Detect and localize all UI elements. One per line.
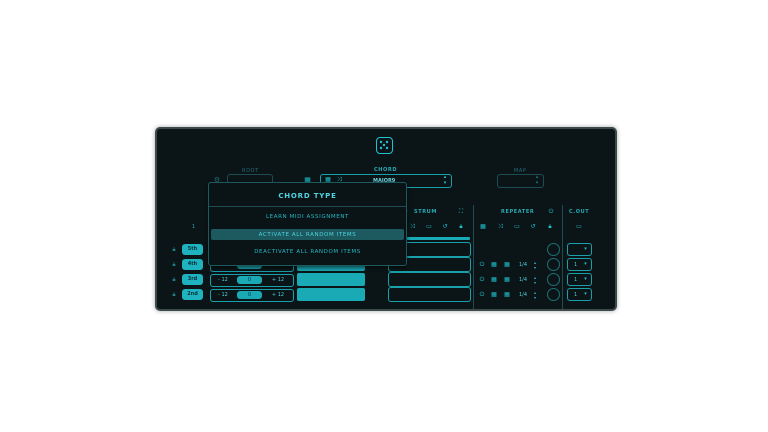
map-stepper-icon[interactable]: ▴ ▾: [533, 174, 541, 186]
grid-icon[interactable]: ▦: [503, 291, 511, 299]
channel-out-value: 1: [574, 277, 578, 283]
reset-icon[interactable]: ↺: [441, 223, 449, 231]
expand-icon[interactable]: ⛶: [457, 208, 465, 216]
channel-out-selector[interactable]: 1 ▾: [567, 288, 592, 301]
map-selector[interactable]: ▴ ▾: [497, 174, 544, 188]
plugin-window: ROOT ⚙ ▦ CHORD ▦ ⤨ MAJOR9 ▴▾ MAP ▴▾ 1 ⏻ …: [155, 127, 617, 311]
shuffle-icon[interactable]: ⤨: [496, 223, 504, 231]
repeater-toggle[interactable]: [547, 273, 560, 286]
repeater-toggle[interactable]: [547, 258, 560, 271]
power-icon[interactable]: ⏻: [478, 276, 486, 284]
grid-icon[interactable]: ▦: [503, 276, 511, 284]
transpose-minus-button[interactable]: - 12: [213, 292, 233, 299]
channel-out-selector[interactable]: ▾: [567, 243, 592, 256]
repeater-toggle[interactable]: [547, 243, 560, 256]
divider: [473, 205, 474, 309]
lock-icon[interactable]: 🔒︎: [170, 276, 178, 284]
power-icon[interactable]: ⏻: [478, 291, 486, 299]
degree-button[interactable]: 4th: [182, 259, 203, 270]
strum-slot[interactable]: [388, 287, 471, 302]
column-one-label: 1: [192, 224, 196, 230]
chord-type-menu: CHORD TYPE LEARN MIDI ASSIGNMENT ACTIVAT…: [208, 182, 407, 266]
lock-icon[interactable]: 🔒︎: [457, 223, 465, 231]
menu-title: CHORD TYPE: [278, 192, 337, 200]
dice-icon[interactable]: [376, 137, 393, 154]
repeater-rate[interactable]: 1/4: [519, 262, 527, 268]
menu-item-label: DEACTIVATE ALL RANDOM ITEMS: [254, 249, 361, 255]
grid-icon[interactable]: ▦: [490, 276, 498, 284]
lock-icon[interactable]: 🔒︎: [546, 223, 554, 231]
transpose-minus-button[interactable]: - 12: [213, 277, 233, 284]
repeater-rate[interactable]: 1/4: [519, 292, 527, 298]
repeater-toggle[interactable]: [547, 288, 560, 301]
channel-out-value: 1: [574, 292, 578, 298]
cout-label: C.OUT: [569, 209, 590, 215]
degree-button[interactable]: 5th: [182, 244, 203, 255]
channel-out-selector[interactable]: 1 ▾: [567, 273, 592, 286]
chord-stepper-icon[interactable]: ▴ ▾: [441, 174, 449, 186]
folder-icon[interactable]: ▭: [575, 223, 583, 231]
transpose-plus-button[interactable]: + 12: [267, 292, 289, 299]
transpose-plus-button[interactable]: + 12: [267, 277, 289, 284]
channel-out-selector[interactable]: 1 ▾: [567, 258, 592, 271]
menu-separator: [209, 206, 406, 207]
lock-icon[interactable]: 🔒︎: [170, 246, 178, 254]
grid-icon[interactable]: ▦: [479, 223, 487, 231]
chevron-down-icon: ▾: [584, 246, 587, 252]
power-icon[interactable]: ⏻: [478, 261, 486, 269]
menu-item-activate-random[interactable]: ACTIVATE ALL RANDOM ITEMS: [211, 229, 404, 240]
lock-icon[interactable]: 🔒︎: [170, 291, 178, 299]
menu-item-learn-midi[interactable]: LEARN MIDI ASSIGNMENT: [211, 211, 404, 222]
velocity-bar[interactable]: [297, 288, 365, 301]
chevron-down-icon: ▾: [584, 291, 587, 297]
channel-out-value: 1: [574, 262, 578, 268]
degree-button[interactable]: 3rd: [182, 274, 203, 285]
divider: [562, 205, 563, 309]
lock-icon[interactable]: 🔒︎: [170, 261, 178, 269]
rate-stepper-icon[interactable]: ▴ ▾: [532, 260, 538, 270]
folder-icon[interactable]: ▭: [425, 223, 433, 231]
grid-icon[interactable]: ▦: [490, 291, 498, 299]
strum-label: STRUM: [414, 209, 437, 215]
repeater-rate[interactable]: 1/4: [519, 277, 527, 283]
folder-icon[interactable]: ▭: [513, 223, 521, 231]
repeater-label: REPEATER: [501, 209, 535, 215]
rate-stepper-icon[interactable]: ▴ ▾: [532, 290, 538, 300]
velocity-bar[interactable]: [297, 273, 365, 286]
strum-slot[interactable]: [388, 272, 471, 287]
chevron-down-icon: ▾: [584, 261, 587, 267]
transpose-value[interactable]: 0: [237, 276, 262, 284]
grid-icon[interactable]: ▦: [490, 261, 498, 269]
grid-icon[interactable]: ▦: [503, 261, 511, 269]
reset-icon[interactable]: ↺: [529, 223, 537, 231]
menu-item-label: ACTIVATE ALL RANDOM ITEMS: [258, 232, 357, 238]
menu-item-deactivate-random[interactable]: DEACTIVATE ALL RANDOM ITEMS: [211, 246, 404, 257]
chord-label: CHORD: [374, 167, 398, 173]
shuffle-icon[interactable]: ⤨: [408, 223, 416, 231]
chevron-down-icon: ▾: [584, 276, 587, 282]
transpose-value[interactable]: 0: [237, 291, 262, 299]
repeater-power-icon[interactable]: ⏻: [547, 208, 555, 216]
menu-item-label: LEARN MIDI ASSIGNMENT: [266, 214, 349, 220]
degree-button[interactable]: 2nd: [182, 289, 203, 300]
rate-stepper-icon[interactable]: ▴ ▾: [532, 275, 538, 285]
